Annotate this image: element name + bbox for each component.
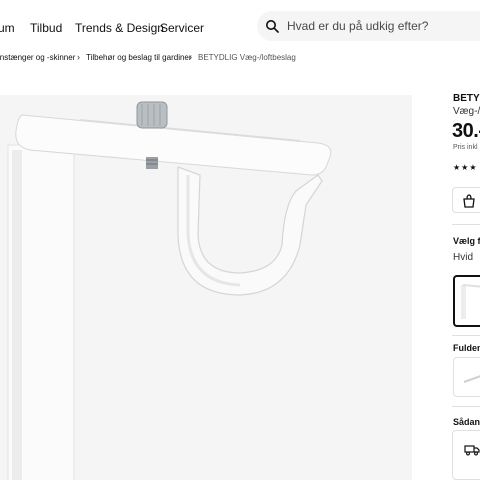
section-divider bbox=[452, 335, 480, 336]
product-price: 30.- bbox=[452, 120, 480, 142]
search-input[interactable]: Hvad er du på udkig efter? bbox=[257, 11, 480, 41]
breadcrumb-separator: › bbox=[189, 52, 192, 62]
delivery-option-card[interactable] bbox=[452, 430, 480, 480]
price-note: Pris inkl bbox=[453, 144, 478, 151]
product-image-panel[interactable] bbox=[0, 95, 412, 480]
nav-link-trends-design[interactable]: Trends & Design bbox=[75, 21, 164, 35]
search-icon[interactable] bbox=[265, 19, 279, 33]
nav-link-services[interactable]: Servicer bbox=[160, 21, 204, 35]
breadcrumb-accessories[interactable]: Tilbehør og beslag til gardiner bbox=[86, 53, 192, 62]
delivery-section-label: Sådan bbox=[453, 417, 480, 427]
size-option-card[interactable] bbox=[453, 357, 480, 397]
top-navigation: um Tilbud Trends & Design Servicer Hvad … bbox=[0, 0, 480, 54]
section-divider bbox=[452, 406, 480, 407]
nav-link-offers[interactable]: Tilbud bbox=[30, 21, 62, 35]
product-subtitle: Væg-/ bbox=[453, 106, 480, 117]
product-image bbox=[7, 101, 332, 480]
breadcrumb: instænger og -skinner › Tilbehør og besl… bbox=[0, 52, 480, 67]
color-swatch-white[interactable] bbox=[453, 275, 480, 327]
size-section-label: Fulden bbox=[453, 343, 480, 353]
color-section-label: Vælg fa bbox=[453, 236, 480, 246]
shopping-bag-icon bbox=[463, 194, 475, 208]
breadcrumb-curtain-rods[interactable]: instænger og -skinner bbox=[0, 53, 75, 62]
rating-stars[interactable]: ★★★ bbox=[453, 163, 478, 172]
add-to-bag-button[interactable] bbox=[452, 187, 480, 213]
swatch-thumbnail bbox=[461, 284, 480, 319]
breadcrumb-current-product: BETYDLIG Væg-/loftbeslag bbox=[198, 53, 296, 62]
truck-icon bbox=[464, 445, 480, 456]
breadcrumb-separator: › bbox=[77, 52, 80, 62]
product-name: BETYD bbox=[453, 93, 480, 104]
search-placeholder: Hvad er du på udkig efter? bbox=[287, 19, 429, 33]
nav-link-products[interactable]: um bbox=[0, 21, 15, 35]
selected-color-value: Hvid bbox=[453, 252, 474, 263]
rod-thumbnail bbox=[463, 375, 480, 383]
section-divider bbox=[452, 224, 480, 225]
